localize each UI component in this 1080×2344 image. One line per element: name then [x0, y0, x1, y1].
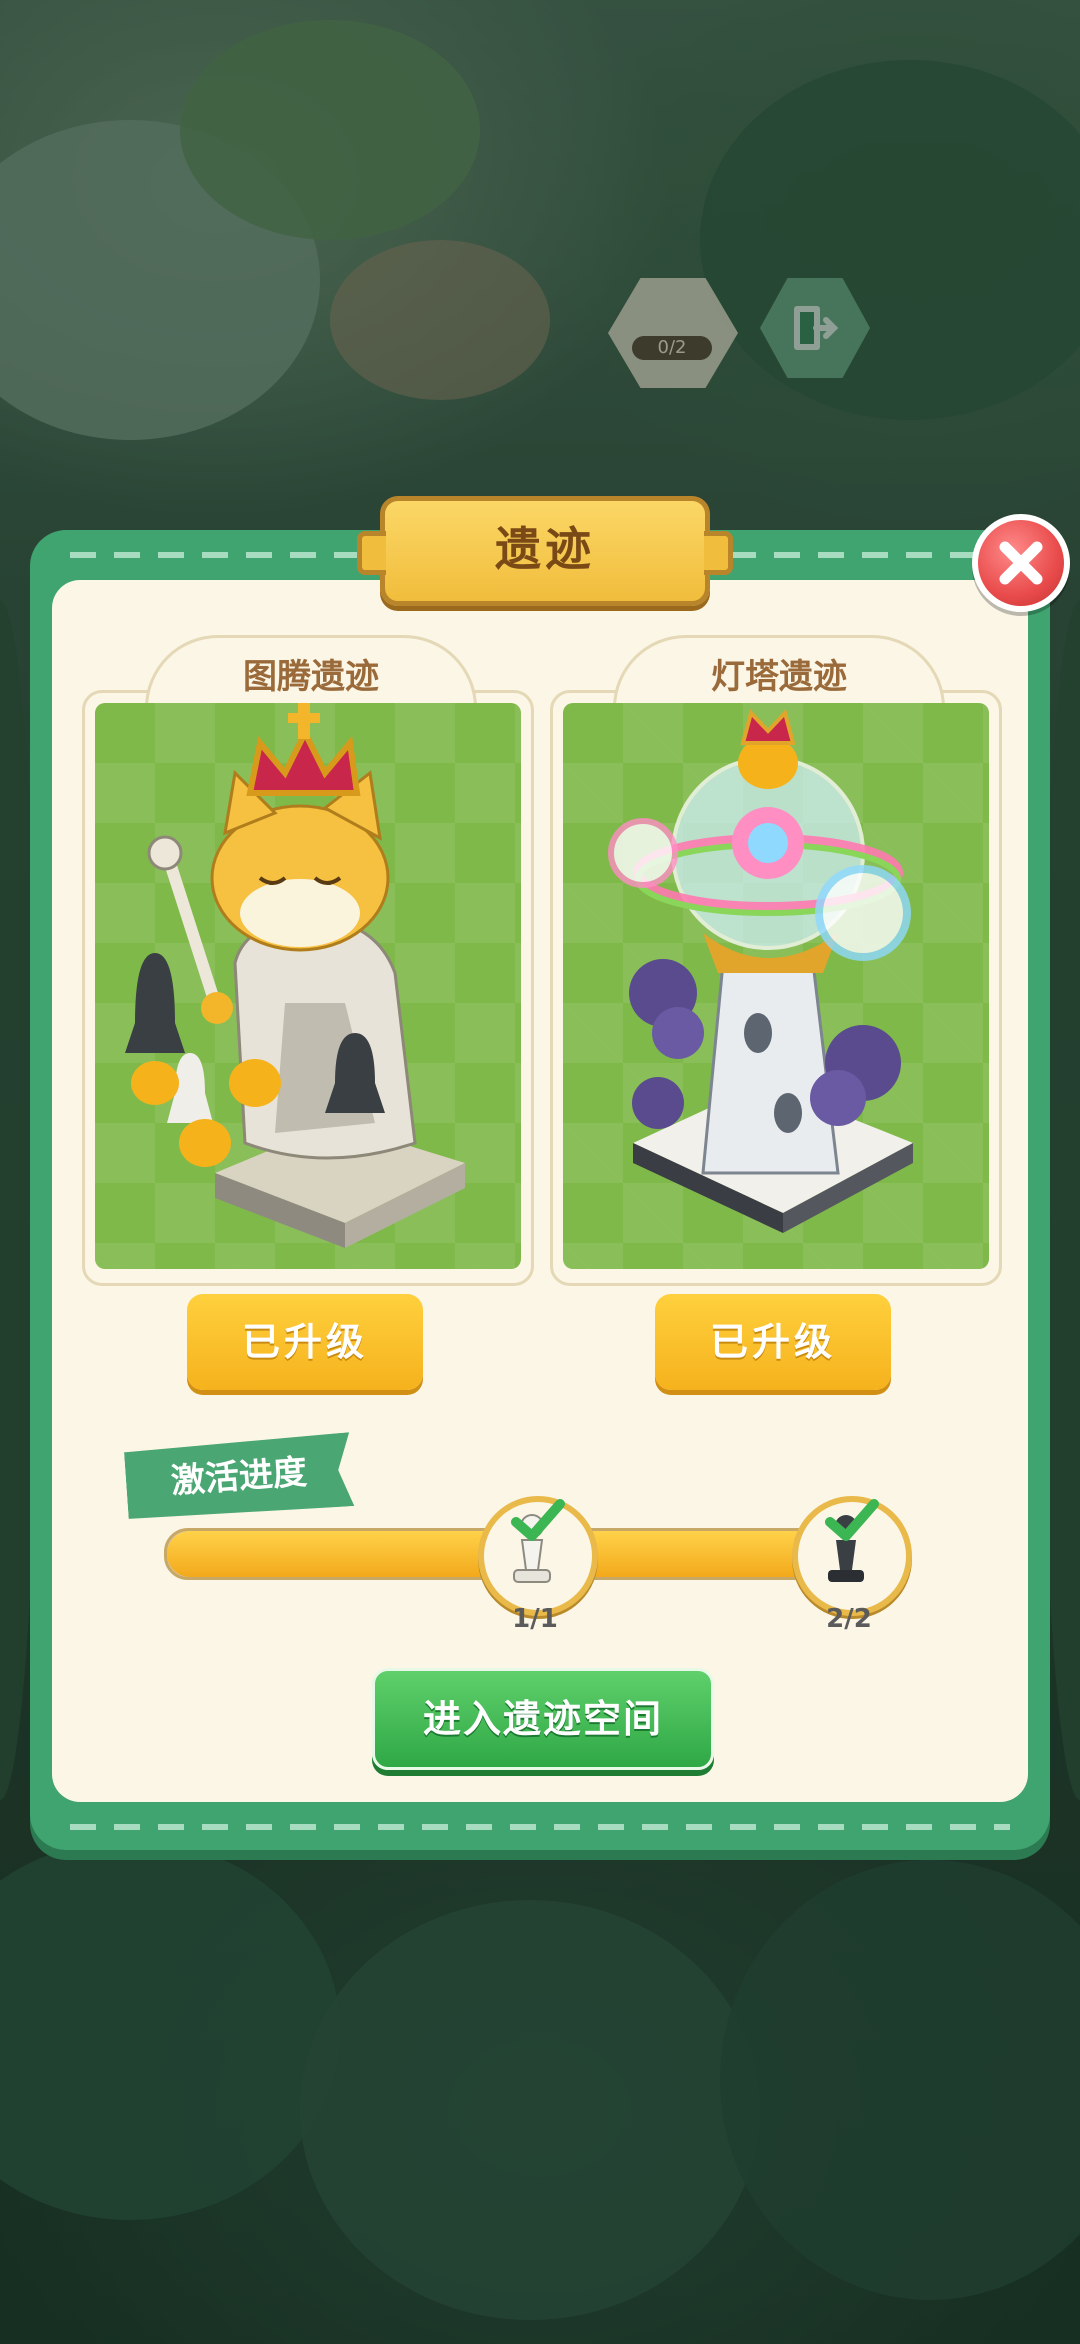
- relic-card-totem: 图腾遗迹: [82, 635, 534, 1286]
- lighthouse-tower: [701, 961, 840, 1175]
- upgraded-button-label: 已升级: [241, 1320, 368, 1364]
- black-king-piece: [125, 953, 185, 1053]
- chick: [229, 1059, 281, 1107]
- milestone-count: 1/1: [512, 1604, 558, 1634]
- candy-orb: [608, 818, 678, 888]
- dialog-title-plate: 遗迹: [357, 496, 733, 606]
- chick: [131, 1061, 179, 1105]
- close-icon: [999, 541, 1043, 585]
- lighthouse-relic-image: [563, 703, 989, 1269]
- enter-relic-space-label: 进入遗迹空间: [422, 1697, 663, 1741]
- crown: [740, 709, 796, 745]
- upgraded-button-totem[interactable]: 已升级: [187, 1294, 423, 1390]
- candy-orb: [815, 865, 911, 961]
- relic-card-tab: 图腾遗迹: [145, 635, 477, 708]
- crown: [246, 726, 361, 796]
- close-button[interactable]: [972, 514, 1070, 612]
- enter-relic-space-button[interactable]: 进入遗迹空间: [372, 1668, 714, 1770]
- relic-card-lighthouse: 灯塔遗迹: [550, 635, 1002, 1286]
- relic-card-tab: 灯塔遗迹: [613, 635, 945, 708]
- checkmark-icon: [825, 1499, 879, 1541]
- dialog-dash-bottom: [70, 1824, 1010, 1830]
- chick: [179, 1119, 231, 1167]
- upgraded-button-lighthouse[interactable]: 已升级: [655, 1294, 891, 1390]
- milestone-node-black-pawn[interactable]: [792, 1496, 912, 1616]
- upgraded-button-label: 已升级: [709, 1320, 836, 1364]
- checkmark-icon: [511, 1499, 565, 1541]
- milestone-node-white-pawn[interactable]: [478, 1496, 598, 1616]
- dialog-title: 遗迹: [495, 522, 595, 576]
- totem-relic-image: [95, 703, 521, 1269]
- milestone-count: 2/2: [826, 1604, 872, 1634]
